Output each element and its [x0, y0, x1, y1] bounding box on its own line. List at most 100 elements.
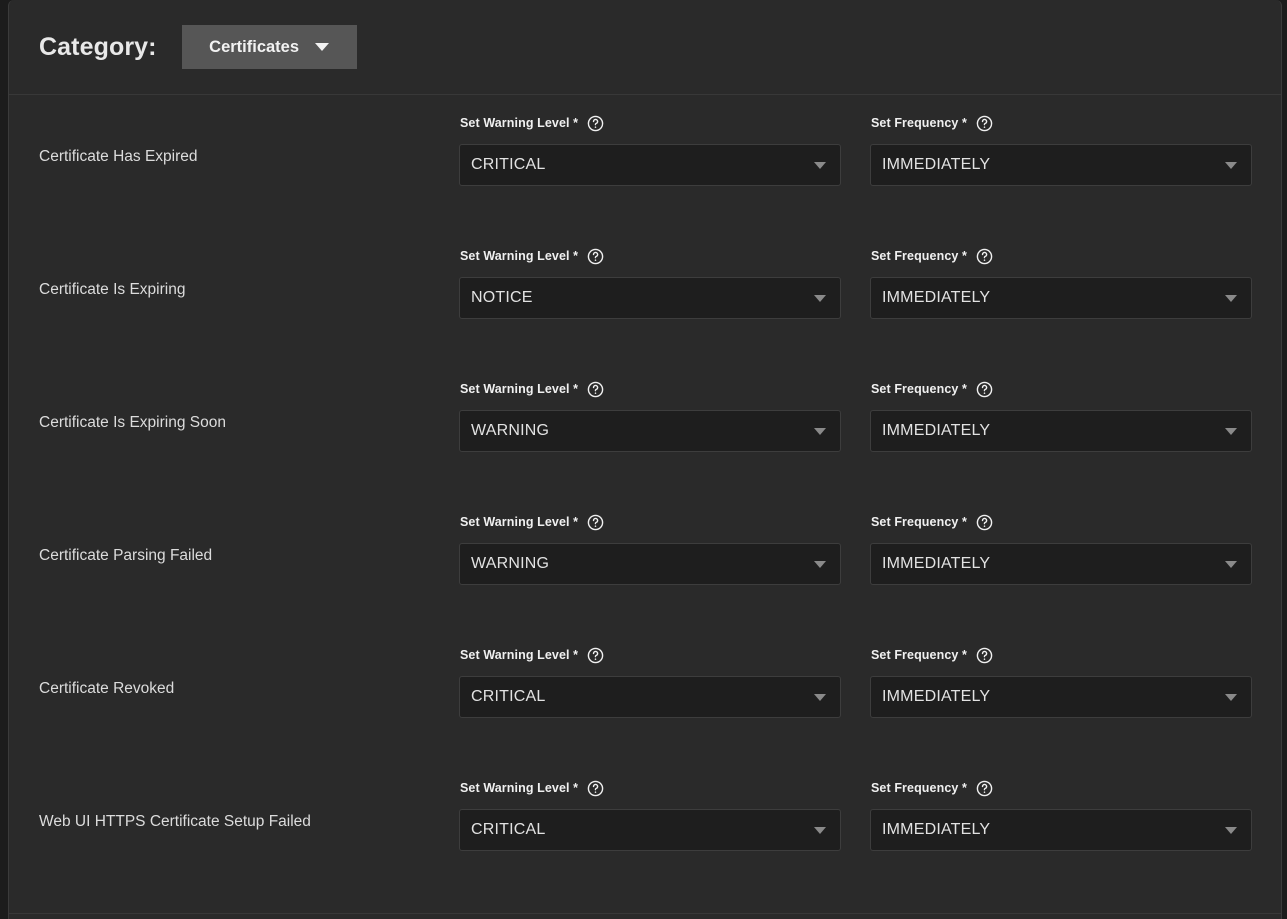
alert-row: Certificate Revoked Set Warning Level * … — [9, 627, 1281, 760]
warning-level-field: Set Warning Level * WARNING — [459, 361, 841, 452]
warning-level-value: WARNING — [471, 555, 550, 572]
help-circle-icon[interactable] — [976, 248, 993, 265]
warning-level-select[interactable]: WARNING — [459, 543, 841, 585]
warning-level-select[interactable]: NOTICE — [459, 277, 841, 319]
chevron-down-icon — [814, 161, 826, 169]
chevron-down-icon — [1225, 560, 1237, 568]
chevron-down-icon — [814, 427, 826, 435]
bottom-divider — [9, 913, 1281, 914]
frequency-value: IMMEDIATELY — [882, 289, 991, 306]
frequency-value: IMMEDIATELY — [882, 156, 991, 173]
frequency-field: Set Frequency * IMMEDIATELY — [870, 95, 1252, 186]
warning-level-value: NOTICE — [471, 289, 533, 306]
alert-row-label: Certificate Revoked — [39, 680, 175, 697]
alert-settings-panel: Category: Certificates Certificate Has E… — [8, 0, 1282, 919]
frequency-select[interactable]: IMMEDIATELY — [870, 277, 1252, 319]
alert-row-label: Certificate Parsing Failed — [39, 547, 213, 564]
alert-row: Certificate Parsing Failed Set Warning L… — [9, 494, 1281, 627]
warning-level-label-line: Set Warning Level * — [459, 380, 841, 398]
chevron-down-icon — [1225, 294, 1237, 302]
frequency-label-line: Set Frequency * — [870, 380, 1252, 398]
frequency-label: Set Frequency * — [871, 116, 967, 130]
warning-level-select[interactable]: CRITICAL — [459, 144, 841, 186]
help-circle-icon[interactable] — [976, 780, 993, 797]
frequency-field: Set Frequency * IMMEDIATELY — [870, 760, 1252, 851]
chevron-down-icon — [814, 560, 826, 568]
chevron-down-icon — [1225, 826, 1237, 834]
alert-row-label: Web UI HTTPS Certificate Setup Failed — [39, 813, 311, 830]
frequency-label: Set Frequency * — [871, 781, 967, 795]
category-dropdown-value: Certificates — [209, 37, 300, 56]
frequency-value: IMMEDIATELY — [882, 555, 991, 572]
help-circle-icon[interactable] — [587, 780, 604, 797]
warning-level-label-line: Set Warning Level * — [459, 646, 841, 664]
category-dropdown-button[interactable]: Certificates — [181, 25, 357, 69]
frequency-select[interactable]: IMMEDIATELY — [870, 676, 1252, 718]
warning-level-field: Set Warning Level * WARNING — [459, 494, 841, 585]
warning-level-label: Set Warning Level * — [460, 249, 579, 263]
alert-rows-list: Certificate Has Expired Set Warning Leve… — [9, 95, 1281, 893]
warning-level-value: CRITICAL — [471, 821, 546, 838]
frequency-field: Set Frequency * IMMEDIATELY — [870, 627, 1252, 718]
chevron-down-icon — [814, 294, 826, 302]
category-label: Category: — [39, 32, 157, 61]
frequency-value: IMMEDIATELY — [882, 821, 991, 838]
category-header: Category: Certificates — [9, 0, 1281, 95]
frequency-select[interactable]: IMMEDIATELY — [870, 543, 1252, 585]
alert-row-label: Certificate Has Expired — [39, 148, 198, 165]
chevron-down-icon — [1225, 161, 1237, 169]
help-circle-icon[interactable] — [976, 647, 993, 664]
warning-level-select[interactable]: CRITICAL — [459, 676, 841, 718]
help-circle-icon[interactable] — [587, 115, 604, 132]
frequency-select[interactable]: IMMEDIATELY — [870, 410, 1252, 452]
frequency-label: Set Frequency * — [871, 249, 967, 263]
alert-row: Certificate Is Expiring Soon Set Warning… — [9, 361, 1281, 494]
warning-level-field: Set Warning Level * CRITICAL — [459, 760, 841, 851]
frequency-field: Set Frequency * IMMEDIATELY — [870, 228, 1252, 319]
help-circle-icon[interactable] — [587, 647, 604, 664]
chevron-down-icon — [814, 826, 826, 834]
warning-level-label-line: Set Warning Level * — [459, 114, 841, 132]
help-circle-icon[interactable] — [976, 115, 993, 132]
warning-level-label: Set Warning Level * — [460, 515, 579, 529]
frequency-label: Set Frequency * — [871, 382, 967, 396]
frequency-label: Set Frequency * — [871, 648, 967, 662]
warning-level-label-line: Set Warning Level * — [459, 779, 841, 797]
frequency-label-line: Set Frequency * — [870, 247, 1252, 265]
frequency-label-line: Set Frequency * — [870, 646, 1252, 664]
frequency-label-line: Set Frequency * — [870, 513, 1252, 531]
warning-level-label: Set Warning Level * — [460, 648, 579, 662]
alert-row-label: Certificate Is Expiring — [39, 281, 186, 298]
alert-row: Certificate Has Expired Set Warning Leve… — [9, 95, 1281, 228]
warning-level-value: CRITICAL — [471, 688, 546, 705]
chevron-down-icon — [1225, 693, 1237, 701]
help-circle-icon[interactable] — [976, 514, 993, 531]
chevron-down-icon — [814, 693, 826, 701]
warning-level-value: WARNING — [471, 422, 550, 439]
frequency-label-line: Set Frequency * — [870, 779, 1252, 797]
warning-level-label-line: Set Warning Level * — [459, 247, 841, 265]
chevron-down-icon — [1225, 427, 1237, 435]
frequency-label: Set Frequency * — [871, 515, 967, 529]
warning-level-field: Set Warning Level * NOTICE — [459, 228, 841, 319]
warning-level-field: Set Warning Level * CRITICAL — [459, 95, 841, 186]
help-circle-icon[interactable] — [587, 248, 604, 265]
warning-level-label: Set Warning Level * — [460, 781, 579, 795]
alert-row: Certificate Is Expiring Set Warning Leve… — [9, 228, 1281, 361]
frequency-field: Set Frequency * IMMEDIATELY — [870, 361, 1252, 452]
warning-level-label: Set Warning Level * — [460, 382, 579, 396]
help-circle-icon[interactable] — [587, 514, 604, 531]
frequency-select[interactable]: IMMEDIATELY — [870, 144, 1252, 186]
frequency-field: Set Frequency * IMMEDIATELY — [870, 494, 1252, 585]
alert-row: Web UI HTTPS Certificate Setup Failed Se… — [9, 760, 1281, 893]
warning-level-value: CRITICAL — [471, 156, 546, 173]
warning-level-select[interactable]: WARNING — [459, 410, 841, 452]
warning-level-field: Set Warning Level * CRITICAL — [459, 627, 841, 718]
help-circle-icon[interactable] — [587, 381, 604, 398]
warning-level-select[interactable]: CRITICAL — [459, 809, 841, 851]
frequency-select[interactable]: IMMEDIATELY — [870, 809, 1252, 851]
frequency-label-line: Set Frequency * — [870, 114, 1252, 132]
help-circle-icon[interactable] — [976, 381, 993, 398]
warning-level-label: Set Warning Level * — [460, 116, 579, 130]
alert-row-label: Certificate Is Expiring Soon — [39, 414, 226, 431]
